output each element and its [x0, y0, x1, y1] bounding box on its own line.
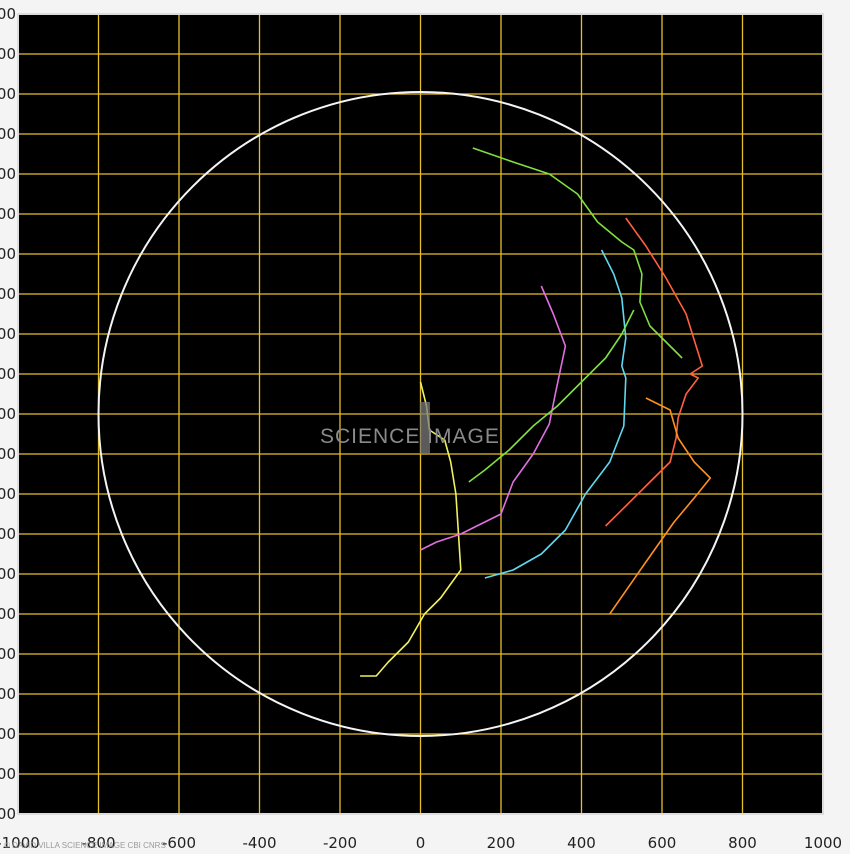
x-tick-label: 0 [416, 834, 426, 852]
x-tick-label: 400 [567, 834, 596, 852]
y-tick-label: 00 [0, 125, 16, 143]
watermark-text: SCIENCE IMAGE [320, 425, 500, 448]
x-tick-label: 600 [648, 834, 677, 852]
y-tick-label: 00 [0, 5, 16, 23]
x-tick-label: -600 [162, 834, 196, 852]
y-tick-label: 00 [0, 445, 16, 463]
y-tick-label: 00 [0, 485, 16, 503]
trajectory-chart: SCIENCE IMAGE -1000 -800 -600 -400 -200 0 200 4… [0, 5, 842, 852]
y-tick-label: 00 [0, 325, 16, 343]
y-tick-label: 00 [0, 685, 16, 703]
y-tick-label: 00 [0, 805, 16, 823]
y-tick-label: 00 [0, 285, 16, 303]
y-tick-label: 00 [0, 245, 16, 263]
y-tick-label: 00 [0, 165, 16, 183]
x-tick-label: -200 [323, 834, 357, 852]
y-tick-label: 00 [0, 645, 16, 663]
y-tick-label: 00 [0, 765, 16, 783]
y-tick-label: 00 [0, 365, 16, 383]
y-tick-label: 00 [0, 725, 16, 743]
y-tick-labels: 00 00 00 00 00 00 00 00 00 00 00 00 00 00 00 00 00 00 00 00… [0, 5, 16, 823]
x-tick-label: 800 [728, 834, 757, 852]
y-tick-label: 00 [0, 85, 16, 103]
y-tick-label: 00 [0, 405, 16, 423]
y-tick-label: 00 [0, 605, 16, 623]
y-tick-label: 00 [0, 525, 16, 543]
x-tick-label: 200 [487, 834, 516, 852]
x-tick-label: 1000 [804, 834, 842, 852]
y-tick-label: 00 [0, 205, 16, 223]
x-tick-label: -400 [242, 834, 276, 852]
credit-text: © DAVID VILLA SCIENCE IMAGE CBI CNRS [4, 841, 166, 850]
y-tick-label: 00 [0, 45, 16, 63]
y-tick-label: 00 [0, 565, 16, 583]
